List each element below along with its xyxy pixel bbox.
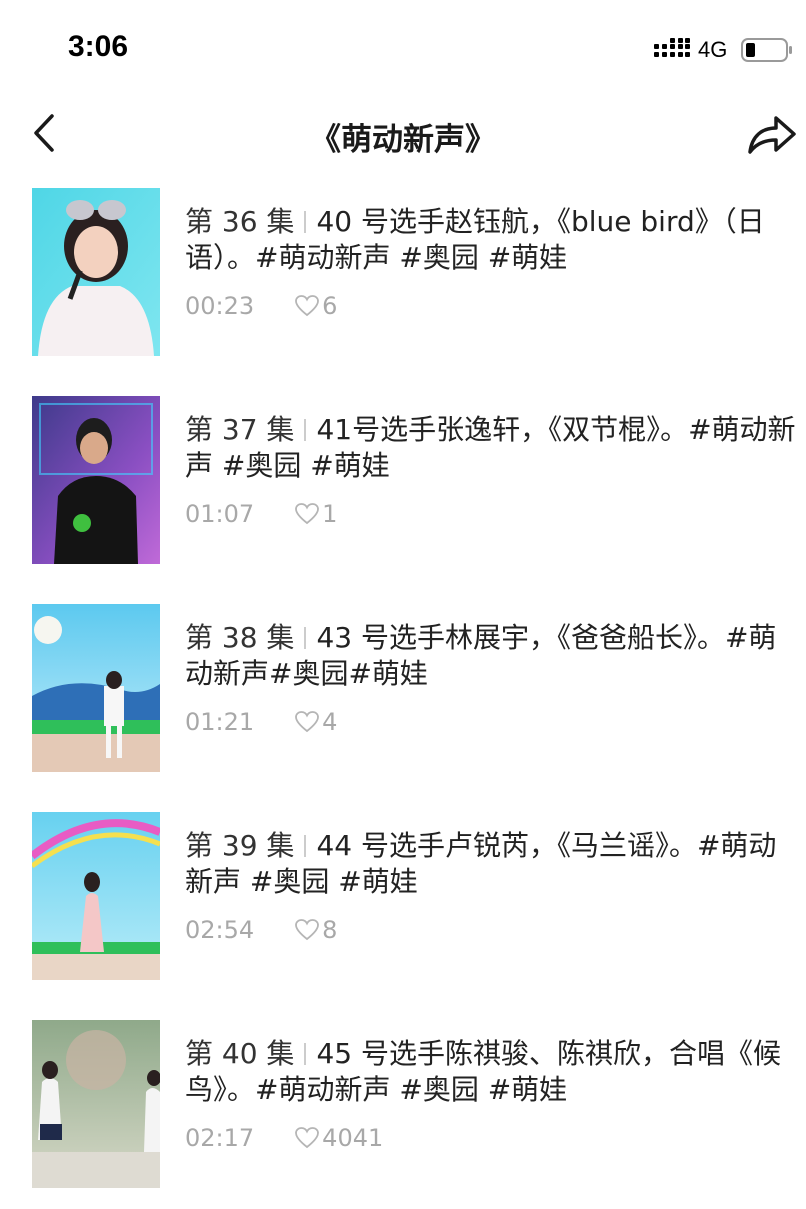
- like-count: 4: [322, 708, 338, 736]
- list-item[interactable]: 第 40 集 45 号选手陈祺骏、陈祺欣，合唱《候鸟》。#萌动新声 #奥园 #萌娃…: [0, 1020, 806, 1188]
- item-meta: 01:21 4: [185, 708, 337, 736]
- separator: [304, 419, 307, 441]
- like-count: 1: [322, 500, 338, 528]
- episode-number: 第 39 集: [185, 829, 295, 862]
- list-item[interactable]: 第 36 集 40 号选手赵钰航，《blue bird》（日语）。#萌动新声 #奥…: [0, 188, 806, 356]
- item-meta: 02:54 8: [185, 916, 337, 944]
- like-count: 8: [322, 916, 338, 944]
- separator: [304, 1043, 307, 1065]
- share-icon[interactable]: [746, 112, 798, 156]
- status-time: 3:06: [68, 30, 129, 63]
- item-meta: 02:17 4041: [185, 1124, 383, 1152]
- list-item[interactable]: 第 39 集 44 号选手卢锐芮，《马兰谣》。#萌动新声 #奥园 #萌娃 02:5…: [0, 812, 806, 980]
- heart-icon[interactable]: [294, 294, 320, 318]
- heart-icon[interactable]: [294, 710, 320, 734]
- video-thumbnail[interactable]: [32, 396, 160, 564]
- heart-icon[interactable]: [294, 502, 320, 526]
- list-item[interactable]: 第 38 集 43 号选手林展宇，《爸爸船长》。#萌动新声#奥园#萌娃 01:21…: [0, 604, 806, 772]
- status-bar: 3:06 4G: [0, 0, 806, 100]
- page-title: 《萌动新声》: [310, 122, 496, 158]
- video-thumbnail[interactable]: [32, 812, 160, 980]
- separator: [304, 211, 307, 233]
- battery-icon: [741, 38, 792, 62]
- network-type: 4G: [698, 37, 728, 62]
- separator: [304, 835, 307, 857]
- heart-icon[interactable]: [294, 1126, 320, 1150]
- like-count: 6: [322, 292, 338, 320]
- episode-number: 第 38 集: [185, 621, 295, 654]
- signal-icon: [654, 38, 690, 57]
- like-count: 4041: [322, 1124, 384, 1152]
- episode-number: 第 37 集: [185, 413, 295, 446]
- episode-number: 第 40 集: [185, 1037, 295, 1070]
- duration: 00:23: [185, 292, 255, 320]
- duration: 01:07: [185, 500, 255, 528]
- item-meta: 01:07 1: [185, 500, 337, 528]
- item-meta: 00:23 6: [185, 292, 337, 320]
- duration: 02:17: [185, 1124, 255, 1152]
- heart-icon[interactable]: [294, 918, 320, 942]
- list-item[interactable]: 第 37 集 41号选手张逸轩，《双节棍》。#萌动新声 #奥园 #萌娃 01:07…: [0, 396, 806, 564]
- duration: 01:21: [185, 708, 255, 736]
- video-thumbnail[interactable]: [32, 604, 160, 772]
- video-thumbnail[interactable]: [32, 1020, 160, 1188]
- episode-number: 第 36 集: [185, 205, 295, 238]
- duration: 02:54: [185, 916, 255, 944]
- nav-bar: 《萌动新声》: [0, 100, 806, 166]
- video-thumbnail[interactable]: [32, 188, 160, 356]
- separator: [304, 627, 307, 649]
